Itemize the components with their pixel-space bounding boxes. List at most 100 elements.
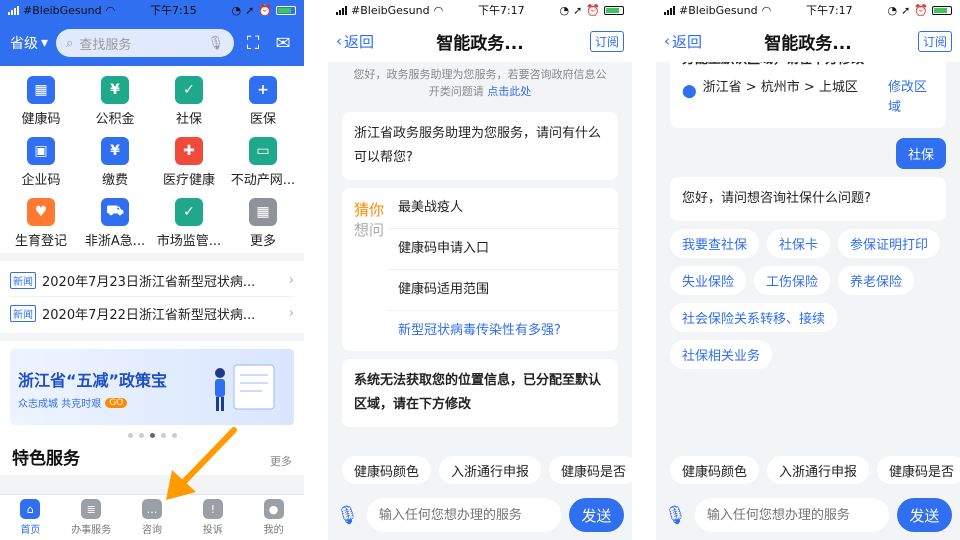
scan-icon[interactable]: ⛶ — [242, 32, 264, 54]
suggested-question[interactable]: 新型冠状病毒传染性有多强? — [388, 311, 618, 351]
service-item[interactable]: ▣ 企业码 — [4, 137, 78, 188]
system-message: 您好，政务服务助理为您服务，若要咨询政府信息公开类问题请 点击此处 — [328, 62, 632, 104]
click-here-link[interactable]: 点击此处 — [487, 85, 531, 98]
status-bar: #BleibGesund ◠ 下午7:17 ◔ ➚ ⏰ — [656, 0, 960, 20]
news-tag: 新闻 — [10, 272, 36, 289]
status-time: 下午7:17 — [805, 4, 853, 17]
service-item[interactable]: ▭ 不动产网... — [226, 137, 300, 188]
topic-chip[interactable]: 社会保险关系转移、接续 — [670, 303, 838, 332]
service-item[interactable]: + 医保 — [226, 76, 300, 127]
location-icon: ➚ — [573, 3, 583, 17]
user-icon: ● — [263, 499, 284, 519]
tab-consult[interactable]: … 咨询 — [122, 495, 183, 540]
service-item[interactable]: ¥ 公积金 — [78, 76, 152, 127]
service-label: 医疗健康 — [162, 173, 215, 188]
back-button[interactable]: ‹ 返回 — [664, 31, 702, 52]
suggested-question[interactable]: 健康码适用范围 — [388, 270, 618, 311]
document-icon: ≣ — [81, 499, 102, 519]
quick-reply-bar: 健康码颜色 入浙通行申报 健康码是否 — [328, 452, 632, 490]
quick-reply-chip[interactable]: 入浙通行申报 — [439, 456, 542, 484]
microphone-icon[interactable]: 🎙 — [664, 500, 687, 530]
tab-profile[interactable]: ● 我的 — [243, 495, 304, 540]
service-item[interactable]: ✚ 医疗健康 — [152, 137, 226, 188]
service-item[interactable]: ✓ 市场监管... — [152, 198, 226, 249]
service-item[interactable]: ♥ 生育登记 — [4, 198, 78, 249]
send-button[interactable]: 发送 — [896, 498, 952, 532]
quick-reply-chip[interactable]: 入浙通行申报 — [767, 456, 870, 484]
news-tag: 新闻 — [10, 304, 36, 322]
location-icon: ➚ — [901, 3, 911, 17]
back-label: 返回 — [344, 32, 375, 51]
status-bar: #BleibGesund ◠ 下午7:17 ◔ ➚ ⏰ — [328, 0, 632, 20]
news-item[interactable]: 新闻 2020年7月22日浙江省新型冠状病... › — [10, 297, 294, 329]
back-button[interactable]: ‹ 返回 — [336, 31, 374, 52]
tab-home[interactable]: ⌂ 首页 — [0, 495, 61, 540]
service-label: 不动产网... — [230, 173, 296, 188]
back-label: 返回 — [672, 32, 703, 51]
alert-shield-icon: ! — [202, 499, 223, 519]
news-list: 新闻 2020年7月23日浙江省新型冠状病... › 新闻 2020年7月22日… — [0, 261, 304, 333]
special-services-title: 特色服务 — [12, 449, 80, 469]
chevron-left-icon: ‹ — [664, 32, 670, 50]
chat-messages[interactable]: 您好，政务服务助理为您服务，若要咨询政府信息公开类问题请 点击此处 浙江省政务服… — [328, 62, 632, 452]
chat-input[interactable] — [694, 498, 889, 532]
search-input[interactable]: ⌕ 查找服务 🎙 — [56, 29, 234, 57]
home-icon: ⌂ — [20, 499, 41, 519]
quick-reply-bar: 健康码颜色 入浙通行申报 健康码是否 — [656, 452, 960, 490]
topic-chip[interactable]: 社保相关业务 — [670, 340, 773, 369]
search-icon: ⌕ — [66, 35, 74, 51]
topic-chip[interactable]: 失业保险 — [670, 266, 747, 295]
chevron-right-icon: › — [288, 273, 294, 288]
region-selector[interactable]: 省级 ▾ — [10, 33, 48, 53]
status-time: 下午7:17 — [477, 4, 525, 17]
home-top-bar: 省级 ▾ ⌕ 查找服务 🎙 ⛶ ✉ — [0, 20, 304, 66]
topic-chip[interactable]: 参保证明打印 — [838, 229, 941, 258]
location-message-tail: 分配至默认区域，请在下方修改 — [682, 62, 934, 72]
tab-complaint[interactable]: ! 投诉 — [182, 495, 243, 540]
suggested-questions-card: 猜你 想问 最美战疫人 健康码申请入口 健康码适用范围 新型冠状病毒传染性有多强… — [342, 188, 618, 351]
battery-icon — [931, 5, 952, 15]
topic-chip[interactable]: 社保卡 — [767, 229, 831, 258]
edit-region-link[interactable]: 修改区域 — [888, 78, 934, 118]
quick-reply-chip[interactable]: 健康码是否 — [549, 456, 632, 484]
alarm-icon: ⏰ — [258, 3, 272, 17]
banner-subtitle: 众志成城 共克时艰 — [18, 399, 102, 410]
policy-banner[interactable]: 浙江省“五减”政策宝 众志成城 共克时艰 GO — [10, 349, 294, 425]
suggested-question[interactable]: 健康码申请入口 — [388, 229, 618, 270]
mail-icon[interactable]: ✉ — [272, 32, 294, 54]
special-services-header: 特色服务 更多 — [10, 438, 294, 469]
guess-label-line1: 猜你 — [354, 201, 385, 219]
topic-chip[interactable]: 工伤保险 — [754, 266, 831, 295]
service-label: 市场监管... — [156, 234, 222, 249]
quick-reply-chip[interactable]: 健康码是否 — [877, 456, 960, 484]
suggested-question[interactable]: 最美战疫人 — [388, 188, 618, 229]
quick-reply-chip[interactable]: 健康码颜色 — [342, 456, 432, 484]
service-label: 企业码 — [21, 173, 61, 188]
service-item[interactable]: ¥ 缴费 — [78, 137, 152, 188]
news-item[interactable]: 新闻 2020年7月23日浙江省新型冠状病... › — [10, 265, 294, 297]
service-label: 更多 — [249, 234, 276, 249]
microphone-icon[interactable]: 🎙 — [207, 36, 224, 51]
chat-input[interactable] — [366, 498, 561, 532]
chevron-left-icon: ‹ — [336, 32, 342, 50]
carrier-name: #BleibGesund — [23, 3, 102, 17]
service-item[interactable]: ⛟ 非浙A急... — [78, 198, 152, 249]
chat-nav-bar: ‹ 返回 智能政务... 订阅 — [328, 20, 632, 62]
special-services-more-link[interactable]: 更多 — [270, 453, 292, 469]
quick-reply-chip[interactable]: 健康码颜色 — [670, 456, 760, 484]
chat-messages[interactable]: 分配至默认区域，请在下方修改 ⬤ 浙江省 > 杭州市 > 上城区 修改区域 社保… — [656, 62, 960, 452]
guess-label-line2: 想问 — [354, 221, 385, 239]
tab-label: 首页 — [20, 525, 41, 536]
tab-services[interactable]: ≣ 办事服务 — [61, 495, 122, 540]
caret-down-icon: ▾ — [41, 35, 49, 51]
subscribe-button[interactable]: 订阅 — [589, 30, 624, 52]
subscribe-button[interactable]: 订阅 — [917, 30, 952, 52]
send-button[interactable]: 发送 — [568, 498, 624, 532]
service-item[interactable]: ▦ 健康码 — [4, 76, 78, 127]
location-path: 浙江省 > 杭州市 > 上城区 — [702, 80, 858, 95]
service-item[interactable]: ▦ 更多 — [226, 198, 300, 249]
topic-chip[interactable]: 养老保险 — [838, 266, 915, 295]
service-item[interactable]: ✓ 社保 — [152, 76, 226, 127]
topic-chip[interactable]: 我要查社保 — [670, 229, 760, 258]
microphone-icon[interactable]: 🎙 — [336, 500, 359, 530]
